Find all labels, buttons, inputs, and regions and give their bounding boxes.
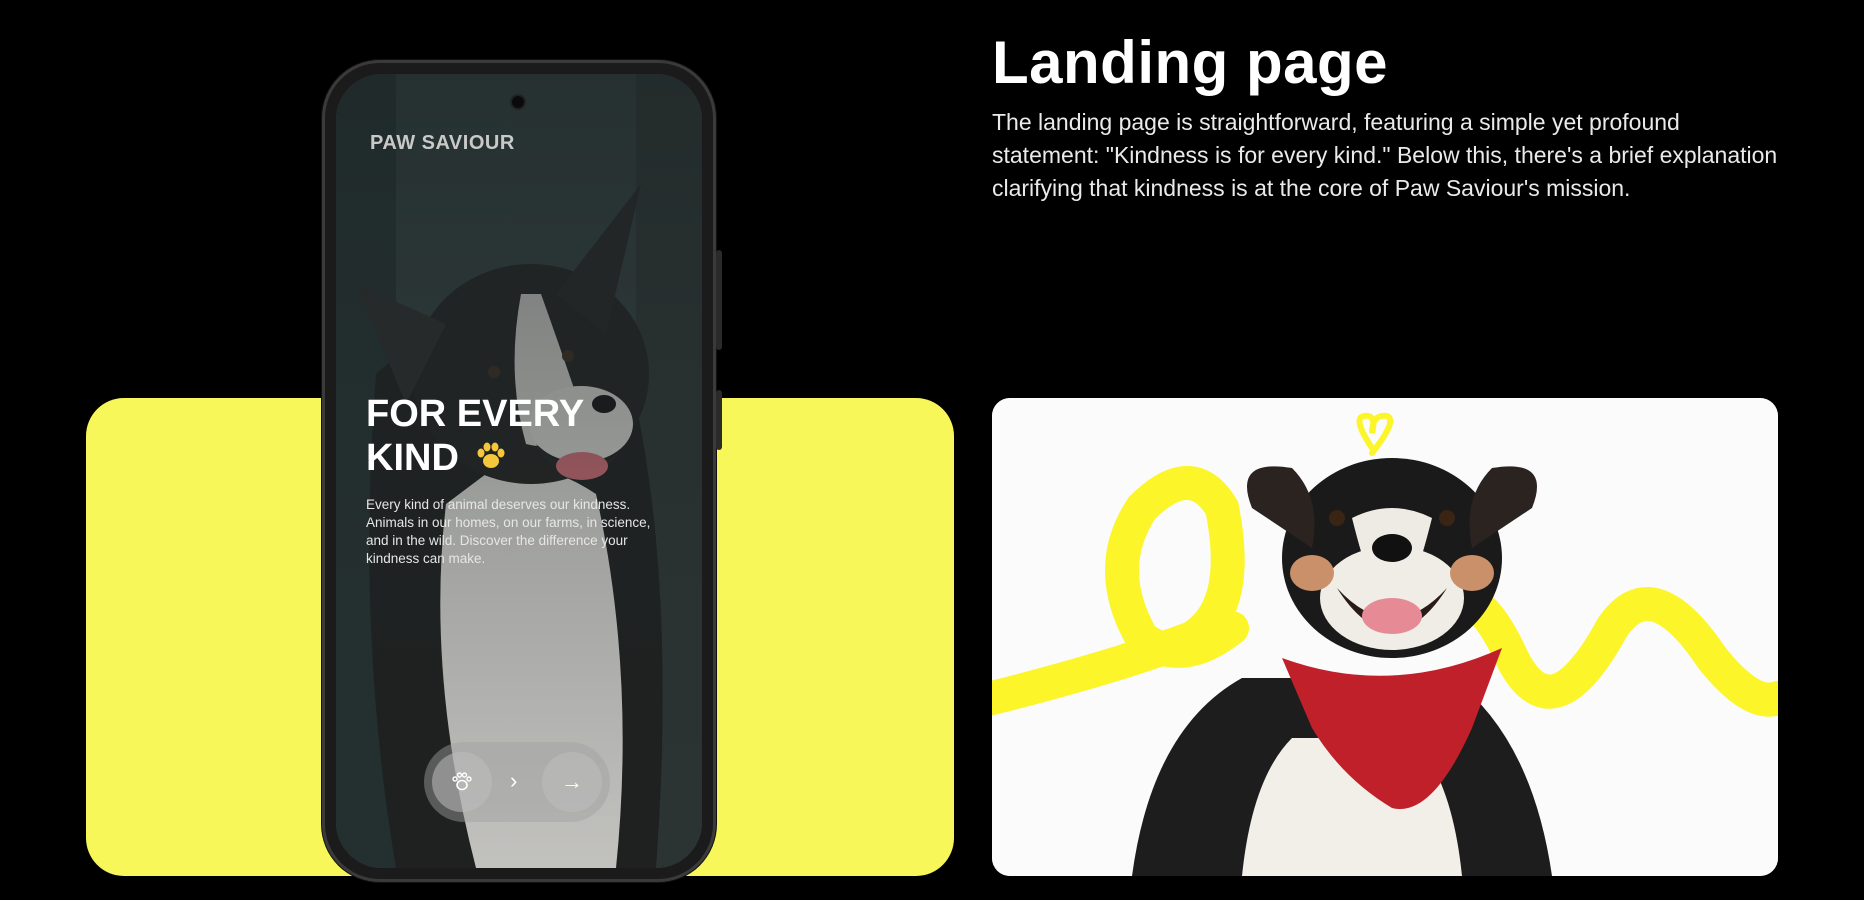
- dog-illustration-card: [992, 398, 1778, 876]
- hero-headline: FOR EVERY KIND: [366, 392, 584, 482]
- next-arrow-button[interactable]: →: [542, 752, 602, 812]
- phone-mockup: PAW SAVIOUR FOR EVERY KIND Every kind of…: [322, 60, 722, 882]
- front-camera: [512, 96, 524, 108]
- hero-headline-line1: FOR EVERY: [366, 393, 585, 435]
- phone-side-button: [716, 390, 722, 450]
- hero-description: Every kind of animal deserves our kindne…: [366, 497, 651, 566]
- chevron-right-icon: ›: [510, 768, 518, 793]
- hero-headline-line2-row: KIND: [366, 436, 584, 482]
- phone-screen: PAW SAVIOUR FOR EVERY KIND Every kind of…: [336, 74, 702, 868]
- hero-headline-line2: KIND: [366, 437, 459, 479]
- swipe-navigation[interactable]: › →: [424, 742, 610, 822]
- paw-button[interactable]: [432, 752, 492, 812]
- paw-emoji-icon: [475, 438, 507, 482]
- section-title: Landing page: [992, 29, 1388, 96]
- paw-icon: [452, 772, 472, 791]
- phone-side-button: [716, 250, 722, 350]
- brand-logo: PAW SAVIOUR: [370, 132, 515, 154]
- bandana-dog-photo: [992, 398, 1778, 876]
- arrow-right-icon: →: [561, 769, 583, 794]
- section-description: The landing page is straightforward, fea…: [992, 109, 1778, 201]
